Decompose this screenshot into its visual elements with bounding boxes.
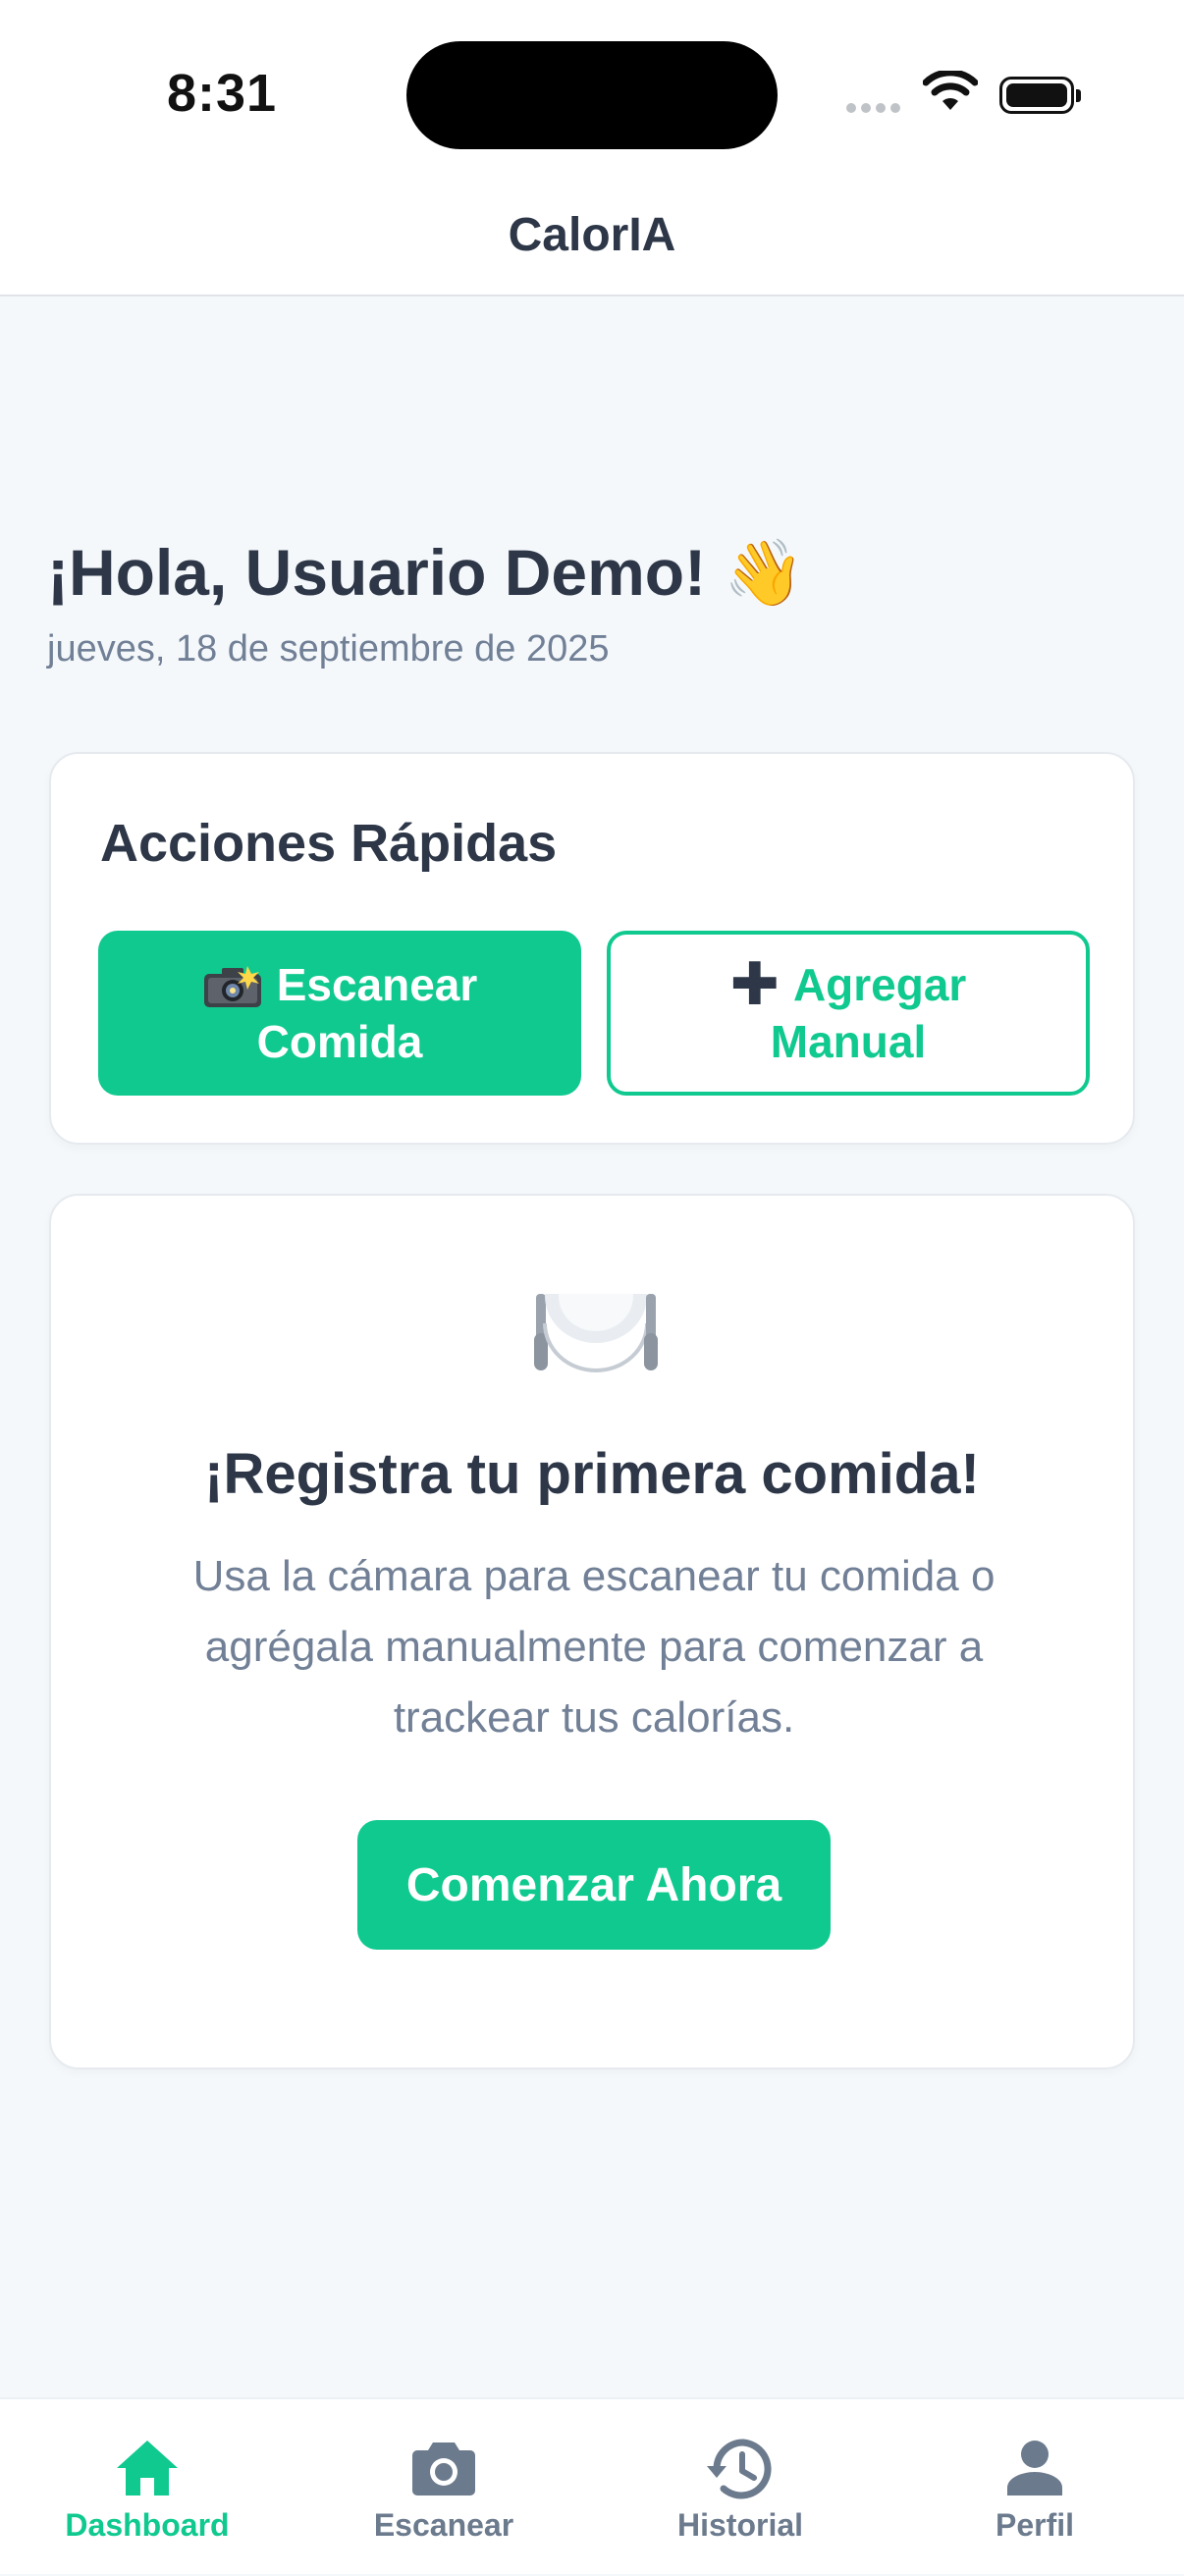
status-time: 8:31 [167,64,278,123]
camera-flash-icon [202,964,263,1009]
add-manual-label-line2: Manual [770,1016,927,1067]
empty-state-description: Usa la cámara para escanear tu comida o … [192,1552,996,1742]
dynamic-island [406,41,778,149]
scan-food-label-line2: Comida [256,1016,423,1067]
battery-icon [999,77,1081,114]
history-icon [707,2439,772,2499]
bottom-tab-bar: Dashboard Escanear Historial Perfil [0,2397,1184,2574]
tab-scan-label: Escanear [373,2507,514,2543]
scan-food-button[interactable]: Escanear Comida [98,931,581,1096]
tab-profile-label: Perfil [995,2507,1075,2543]
start-now-button[interactable]: Comenzar Ahora [357,1820,831,1950]
scan-food-label-line1: Escanear [276,959,478,1010]
wifi-icon [922,69,979,119]
cellular-signal-icon [846,100,905,118]
tab-dashboard[interactable]: Dashboard [0,2399,295,2576]
quick-actions-card: Acciones Rápidas Escanear Comida ✚ Agreg… [49,752,1135,1145]
status-bar: 8:31 [0,0,1184,177]
tab-history-label: Historial [676,2507,804,2543]
add-manual-label-line1: Agregar [792,959,967,1010]
camera-icon [412,2442,475,2496]
page-title: CalorIA [508,208,676,261]
home-icon [117,2441,178,2496]
current-date: jueves, 18 de septiembre de 2025 [47,628,610,670]
tab-history[interactable]: Historial [593,2399,888,2576]
tab-profile[interactable]: Perfil [888,2399,1182,2576]
quick-actions-title: Acciones Rápidas [100,814,558,873]
tab-scan[interactable]: Escanear [296,2399,591,2576]
plate-cutlery-icon [522,1294,670,1372]
empty-state-title: ¡Registra tu primera comida! [204,1442,980,1506]
greeting-heading: ¡Hola, Usuario Demo! 👋 [47,536,805,609]
person-icon [1007,2441,1062,2496]
add-manual-button[interactable]: ✚ Agregar Manual [607,931,1090,1096]
nav-header: CalorIA [0,177,1184,296]
empty-state-card: ¡Registra tu primera comida! Usa la cáma… [49,1194,1135,2069]
tab-dashboard-label: Dashboard [65,2507,230,2543]
plus-icon: ✚ [729,951,780,1017]
